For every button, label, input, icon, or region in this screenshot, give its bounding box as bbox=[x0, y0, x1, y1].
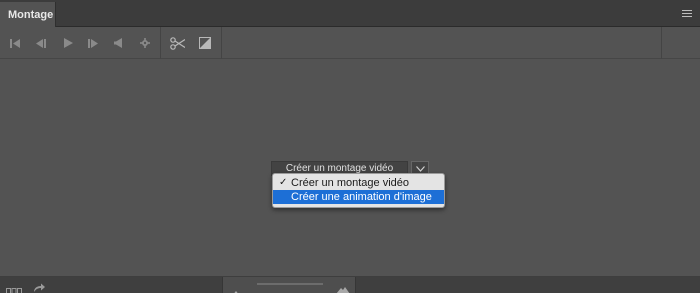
tab-montage-label: Montage bbox=[8, 9, 54, 21]
timeline-toolbar bbox=[0, 27, 700, 59]
menu-item-frame-animation[interactable]: Créer une animation d'image bbox=[273, 190, 444, 204]
panel-menu-icon[interactable] bbox=[682, 10, 692, 18]
panel-tab-bar: Montage bbox=[0, 0, 700, 27]
footer-left-section bbox=[0, 277, 222, 293]
menu-item-video-timeline[interactable]: ✓ Créer un montage vidéo bbox=[273, 176, 444, 190]
audio-icon[interactable] bbox=[112, 36, 124, 50]
toolbar-divider bbox=[160, 27, 161, 59]
menu-item-label: Créer un montage vidéo bbox=[291, 177, 410, 189]
footer-right-section bbox=[356, 277, 700, 293]
timeline-footer bbox=[0, 276, 700, 293]
toolbar-divider bbox=[221, 27, 222, 59]
first-frame-icon[interactable] bbox=[9, 36, 21, 50]
transition-icon[interactable] bbox=[198, 36, 212, 50]
scissors-icon[interactable] bbox=[169, 36, 185, 50]
frame-view-icon[interactable] bbox=[6, 282, 22, 293]
step-forward-icon[interactable] bbox=[87, 36, 99, 50]
tab-montage[interactable]: Montage bbox=[0, 2, 56, 27]
toolbar-divider bbox=[661, 27, 662, 59]
zoom-slider[interactable] bbox=[257, 283, 323, 285]
zoom-in-icon[interactable] bbox=[336, 281, 350, 293]
checkmark-icon: ✓ bbox=[279, 177, 288, 188]
convert-arrow-icon[interactable] bbox=[33, 280, 45, 293]
zoom-control bbox=[222, 277, 356, 293]
settings-icon[interactable] bbox=[139, 36, 151, 50]
create-timeline-menu: ✓ Créer un montage vidéo Créer une anima… bbox=[272, 173, 445, 208]
step-back-icon[interactable] bbox=[35, 36, 47, 50]
play-icon[interactable] bbox=[62, 36, 74, 50]
zoom-out-icon[interactable] bbox=[232, 283, 240, 293]
menu-item-label: Créer une animation d'image bbox=[291, 191, 432, 203]
